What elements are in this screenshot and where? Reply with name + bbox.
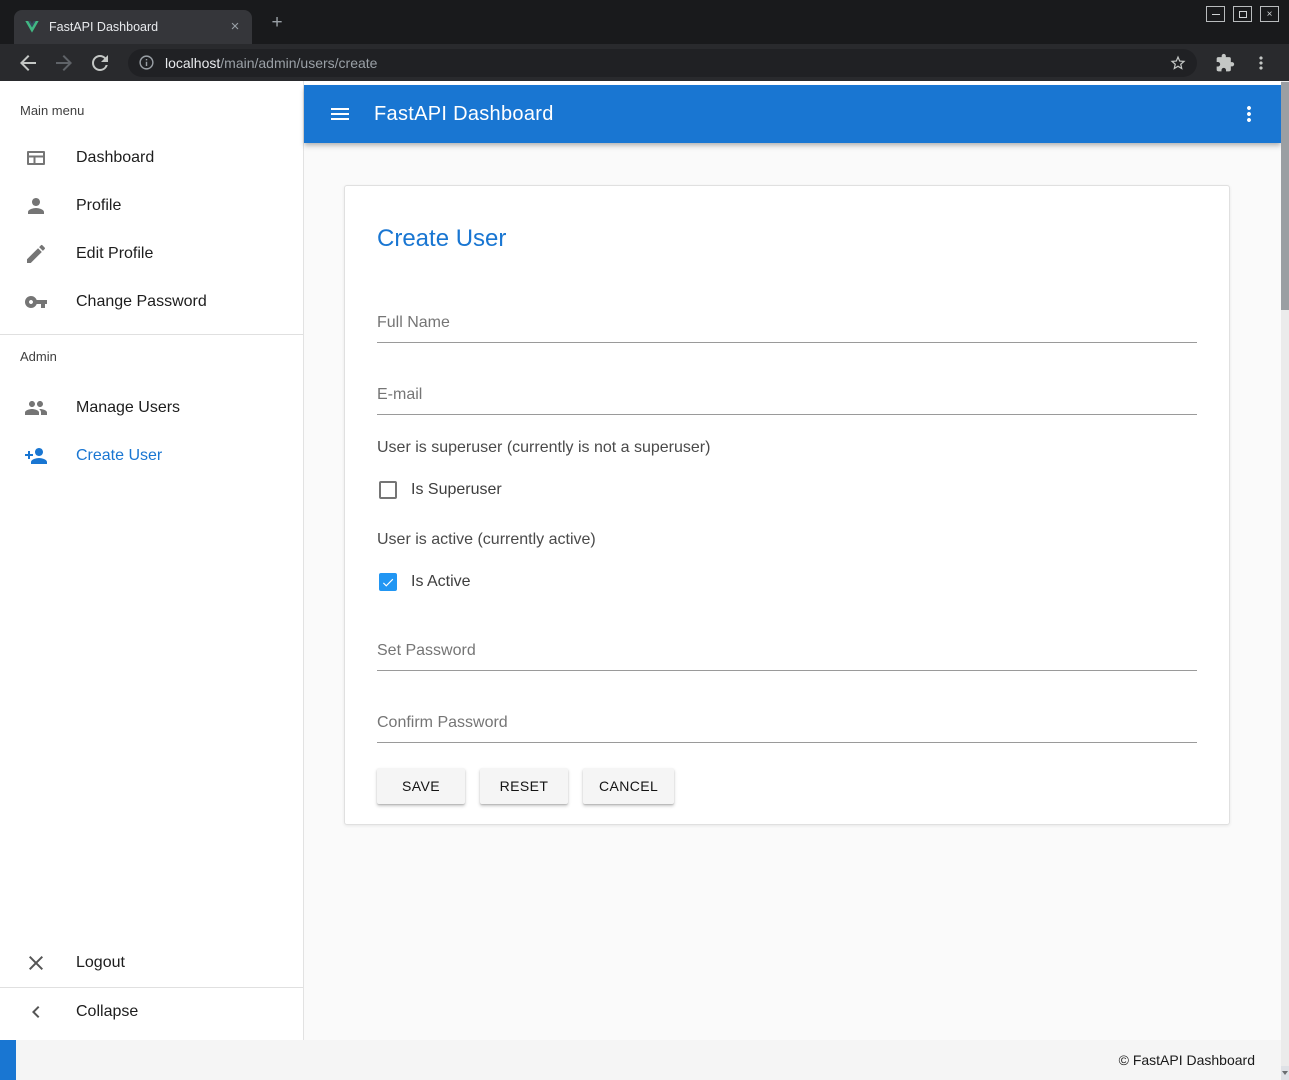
window-controls: × — [1206, 6, 1279, 22]
minimize-button[interactable] — [1206, 6, 1225, 22]
footer-accent — [0, 1040, 16, 1080]
sidebar-item-collapse[interactable]: Collapse — [0, 988, 303, 1036]
email-input[interactable] — [377, 385, 1197, 415]
sidebar-item-label: Create User — [76, 447, 162, 465]
url-text[interactable]: localhost/main/admin/users/create — [165, 55, 1161, 71]
person-icon — [24, 194, 48, 218]
sidebar-item-edit-profile[interactable]: Edit Profile — [0, 230, 303, 278]
page-scrollbar[interactable] — [1281, 81, 1289, 1080]
kebab-menu-icon[interactable] — [1237, 102, 1261, 126]
browser-tab[interactable]: FastAPI Dashboard × — [14, 10, 252, 44]
reload-icon[interactable] — [88, 51, 112, 75]
sidebar-item-dashboard[interactable]: Dashboard — [0, 134, 303, 182]
bookmark-star-icon[interactable] — [1169, 54, 1187, 72]
save-button[interactable]: SAVE — [377, 768, 465, 804]
sidebar-item-logout[interactable]: Logout — [0, 939, 303, 987]
footer-copyright: © FastAPI Dashboard — [1119, 1052, 1255, 1068]
superuser-hint: User is superuser (currently is not a su… — [377, 438, 1197, 458]
extensions-icon[interactable] — [1215, 53, 1235, 73]
key-icon — [24, 290, 48, 314]
full-name-input[interactable] — [377, 313, 1197, 343]
main-content: Create User User is superuser (currently… — [304, 143, 1281, 1040]
form-actions: SAVE RESET CANCEL — [377, 768, 1197, 804]
sidebar: Main menu Dashboard Profile Edit Profile… — [0, 81, 304, 1040]
tab-title: FastAPI Dashboard — [49, 20, 226, 34]
sidebar-item-label: Manage Users — [76, 399, 180, 417]
pencil-icon — [24, 242, 48, 266]
browser-menu-icon[interactable] — [1251, 53, 1271, 73]
superuser-checkbox-label: Is Superuser — [411, 481, 502, 499]
maximize-icon — [1239, 11, 1247, 18]
active-checkbox[interactable] — [379, 573, 397, 591]
browser-titlebar: FastAPI Dashboard × + × — [0, 0, 1289, 44]
sidebar-item-label: Collapse — [76, 1003, 138, 1021]
reset-button[interactable]: RESET — [480, 768, 568, 804]
address-bar[interactable]: localhost/main/admin/users/create — [128, 49, 1197, 77]
check-icon — [381, 575, 395, 590]
sidebar-item-label: Edit Profile — [76, 245, 153, 263]
page-title: Create User — [377, 224, 1197, 253]
browser-window: FastAPI Dashboard × + × localhost/main/a… — [0, 0, 1289, 1080]
active-checkbox-row[interactable]: Is Active — [377, 570, 1197, 594]
set-password-input[interactable] — [377, 641, 1197, 671]
site-info-icon[interactable] — [138, 54, 155, 71]
back-icon[interactable] — [16, 51, 40, 75]
sidebar-header-main-menu: Main menu — [0, 81, 303, 134]
sidebar-item-create-user[interactable]: Create User — [0, 432, 303, 480]
url-path: /main/admin/users/create — [220, 55, 377, 71]
create-user-card: Create User User is superuser (currently… — [344, 185, 1230, 825]
people-icon — [24, 396, 48, 420]
cancel-button[interactable]: CANCEL — [583, 768, 674, 804]
superuser-checkbox-row[interactable]: Is Superuser — [377, 478, 1197, 502]
page: Main menu Dashboard Profile Edit Profile… — [0, 81, 1289, 1080]
active-checkbox-label: Is Active — [411, 573, 471, 591]
person-add-icon — [24, 444, 48, 468]
sidebar-item-manage-users[interactable]: Manage Users — [0, 384, 303, 432]
close-button[interactable]: × — [1260, 6, 1279, 22]
tab-close-icon[interactable]: × — [226, 18, 244, 36]
scrollbar-thumb[interactable] — [1281, 82, 1289, 310]
close-x-icon — [24, 951, 48, 975]
active-hint: User is active (currently active) — [377, 530, 1197, 550]
new-tab-button[interactable]: + — [264, 11, 290, 37]
sidebar-header-admin: Admin — [0, 335, 303, 384]
chevron-left-icon — [24, 1000, 48, 1024]
forward-icon[interactable] — [52, 51, 76, 75]
sidebar-item-label: Profile — [76, 197, 121, 215]
dashboard-icon — [24, 146, 48, 170]
minimize-icon — [1212, 14, 1220, 15]
scrollbar-down-arrow[interactable] — [1281, 1066, 1289, 1080]
app-bar: FastAPI Dashboard — [304, 85, 1281, 143]
sidebar-item-label: Change Password — [76, 293, 207, 311]
sidebar-item-label: Dashboard — [76, 149, 154, 167]
browser-toolbar: localhost/main/admin/users/create — [0, 44, 1289, 81]
confirm-password-input[interactable] — [377, 713, 1197, 743]
page-footer: © FastAPI Dashboard — [16, 1040, 1281, 1080]
sidebar-item-profile[interactable]: Profile — [0, 182, 303, 230]
superuser-checkbox[interactable] — [379, 481, 397, 499]
hamburger-menu-icon[interactable] — [328, 102, 352, 126]
url-host: localhost — [165, 55, 220, 71]
sidebar-item-change-password[interactable]: Change Password — [0, 278, 303, 326]
sidebar-item-label: Logout — [76, 954, 125, 972]
app-bar-title: FastAPI Dashboard — [374, 103, 554, 126]
vue-favicon — [24, 19, 40, 35]
maximize-button[interactable] — [1233, 6, 1252, 22]
sidebar-bottom: Logout Collapse — [0, 939, 303, 1036]
